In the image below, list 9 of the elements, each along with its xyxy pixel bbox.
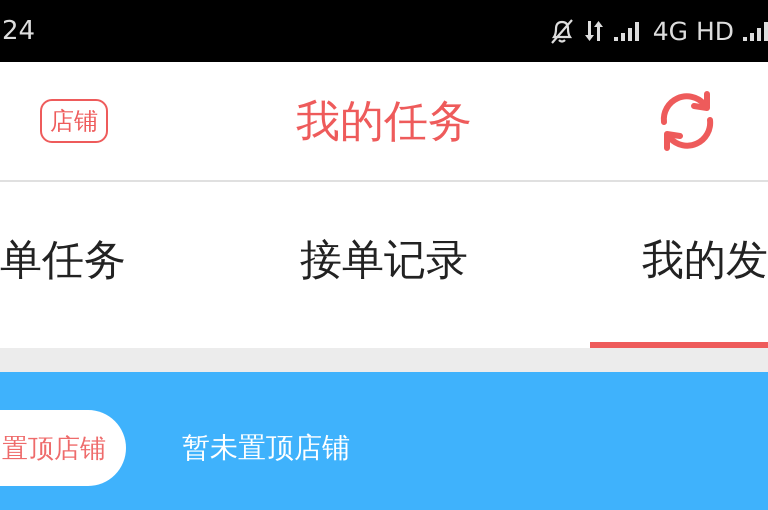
network-label: 4G HD [652,16,734,46]
status-time: 24 [2,16,36,46]
tab[interactable]: 接单记录 [300,182,468,348]
empty-message: 暂未置顶店铺 [182,430,350,466]
bell-off-icon [548,17,575,45]
signal-icon [742,20,768,42]
data-arrows-icon [582,19,605,43]
page-title: 我的任务 [296,94,472,148]
tab[interactable]: 单任务 [0,182,126,348]
